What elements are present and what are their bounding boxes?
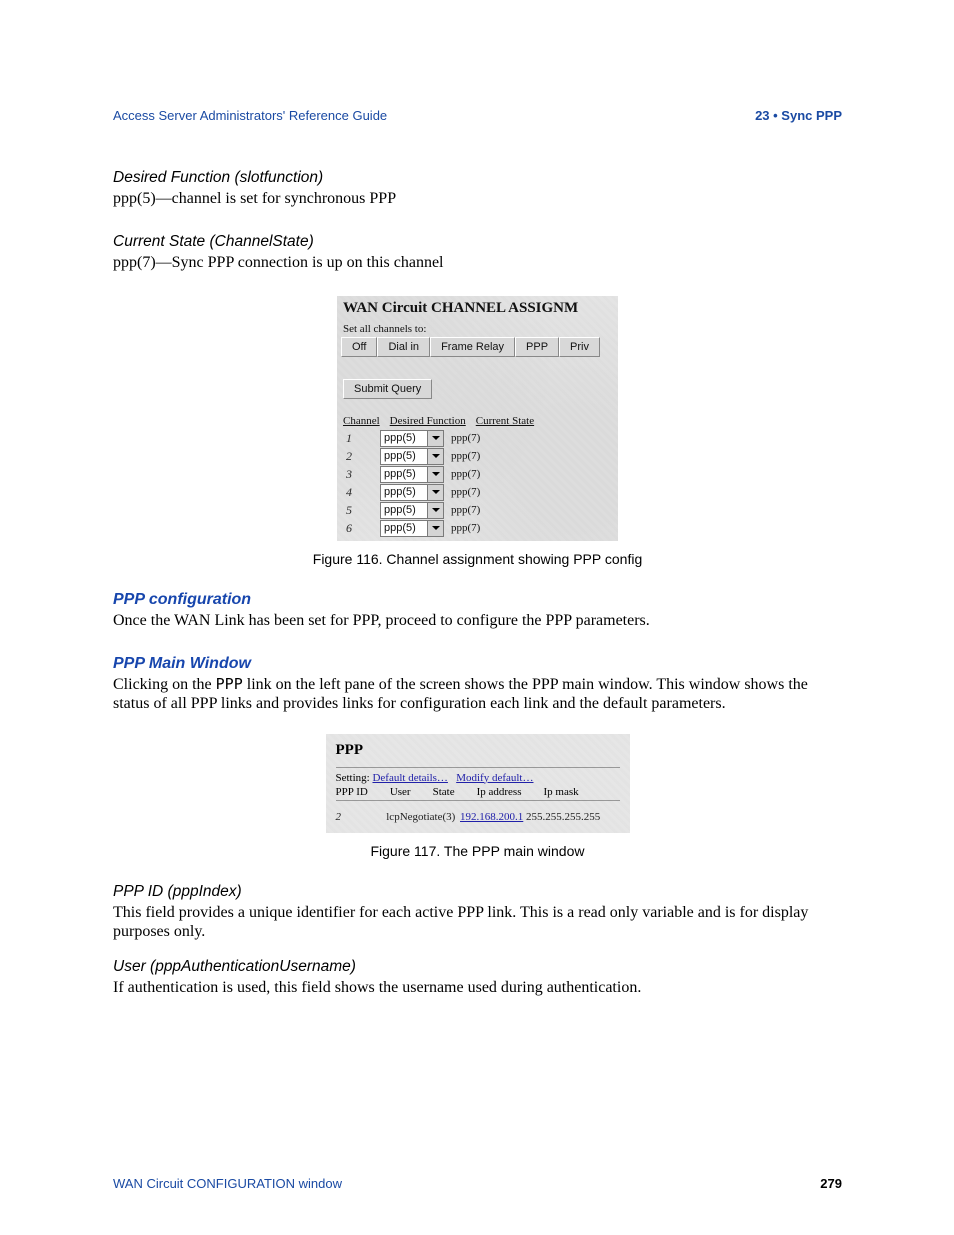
- fig116-table: 1 ppp(5) ppp(7) 2 ppp: [343, 429, 483, 537]
- cell-state: ppp(7): [447, 501, 483, 519]
- cell-channel: 1: [343, 429, 377, 447]
- chevron-down-icon: [427, 449, 443, 464]
- body-ppp-main-window: Clicking on the PPP link on the left pan…: [113, 675, 842, 714]
- cell-pppid: 2: [336, 811, 384, 823]
- cell-fn: ppp(5): [377, 519, 447, 537]
- fig116-set-label: Set all channels to:: [343, 323, 618, 335]
- chevron-down-icon: [427, 467, 443, 482]
- fig116-button-row: Off Dial in Frame Relay PPP Priv: [341, 337, 618, 357]
- cell-state: ppp(7): [447, 429, 483, 447]
- divider: [336, 767, 620, 768]
- btn-priv[interactable]: Priv: [559, 337, 600, 357]
- col-user: User: [390, 786, 411, 798]
- hdr-current-state: Current State: [476, 415, 534, 427]
- fig117-setting-row: Setting: Default details… Modify default…: [336, 772, 620, 784]
- section-ppp-main-window: PPP Main Window: [113, 655, 842, 673]
- table-row: 2 ppp(5) ppp(7): [343, 447, 483, 465]
- chevron-down-icon: [427, 503, 443, 518]
- select-value: ppp(5): [381, 468, 427, 480]
- cell-mask: 255.255.255.255: [526, 811, 600, 823]
- select-desired-function[interactable]: ppp(5): [380, 502, 444, 519]
- cell-fn: ppp(5): [377, 429, 447, 447]
- cell-channel: 2: [343, 447, 377, 465]
- cell-state: lcpNegotiate(3): [386, 811, 455, 823]
- heading-ppp-id: PPP ID (pppIndex): [113, 883, 842, 901]
- select-value: ppp(5): [381, 432, 427, 444]
- fig116-caption: Figure 116. Channel assignment showing P…: [113, 551, 842, 567]
- chapter-title: 23 • Sync PPP: [755, 108, 842, 123]
- select-desired-function[interactable]: ppp(5): [380, 448, 444, 465]
- cell-fn: ppp(5): [377, 447, 447, 465]
- col-pppid: PPP ID: [336, 786, 368, 798]
- body-current-state: ppp(7)—Sync PPP connection is up on this…: [113, 253, 842, 273]
- table-row: 4 ppp(5) ppp(7): [343, 483, 483, 501]
- figure-116: WAN Circuit CHANNEL ASSIGNM Set all chan…: [337, 296, 618, 541]
- col-ip: Ip address: [477, 786, 522, 798]
- page-number: 279: [820, 1176, 842, 1191]
- cell-state: ppp(7): [447, 447, 483, 465]
- select-value: ppp(5): [381, 450, 427, 462]
- fig117-caption: Figure 117. The PPP main window: [113, 843, 842, 859]
- cell-state: ppp(7): [447, 483, 483, 501]
- fig116-title: WAN Circuit CHANNEL ASSIGNM: [343, 300, 618, 317]
- link-modify-default[interactable]: Modify default…: [456, 772, 533, 784]
- body-ppp-id: This field provides a unique identifier …: [113, 903, 842, 942]
- btn-off[interactable]: Off: [341, 337, 377, 357]
- table-row: 6 ppp(5) ppp(7): [343, 519, 483, 537]
- link-default-details[interactable]: Default details…: [372, 772, 447, 784]
- cell-channel: 3: [343, 465, 377, 483]
- select-desired-function[interactable]: ppp(5): [380, 430, 444, 447]
- doc-title: Access Server Administrators' Reference …: [113, 108, 387, 123]
- btn-ppp[interactable]: PPP: [515, 337, 559, 357]
- header-row: Access Server Administrators' Reference …: [113, 108, 842, 123]
- chevron-down-icon: [427, 431, 443, 446]
- chevron-down-icon: [427, 521, 443, 536]
- fig116-column-headers: Channel Desired Function Current State: [343, 415, 618, 427]
- heading-desired-function: Desired Function (slotfunction): [113, 169, 842, 187]
- hdr-desired-function: Desired Function: [390, 415, 466, 427]
- fig117-data-row: 2 lcpNegotiate(3) 192.168.200.1 255.255.…: [336, 811, 620, 823]
- cell-state: ppp(7): [447, 519, 483, 537]
- table-row: 1 ppp(5) ppp(7): [343, 429, 483, 447]
- body-ppp-configuration: Once the WAN Link has been set for PPP, …: [113, 611, 842, 631]
- cell-fn: ppp(5): [377, 501, 447, 519]
- page: Access Server Administrators' Reference …: [0, 0, 954, 1235]
- select-value: ppp(5): [381, 522, 427, 534]
- cell-fn: ppp(5): [377, 483, 447, 501]
- fig117-column-headers: PPP ID User State Ip address Ip mask: [336, 786, 620, 798]
- cell-state: ppp(7): [447, 465, 483, 483]
- fig117-title: PPP: [336, 742, 620, 765]
- select-desired-function[interactable]: ppp(5): [380, 466, 444, 483]
- cell-fn: ppp(5): [377, 465, 447, 483]
- body-user: If authentication is used, this field sh…: [113, 978, 842, 998]
- figure-117: PPP Setting: Default details… Modify def…: [326, 734, 630, 833]
- chevron-down-icon: [427, 485, 443, 500]
- select-desired-function[interactable]: ppp(5): [380, 484, 444, 501]
- select-desired-function[interactable]: ppp(5): [380, 520, 444, 537]
- link-ip-address[interactable]: 192.168.200.1: [460, 811, 523, 823]
- select-value: ppp(5): [381, 486, 427, 498]
- section-ppp-configuration: PPP configuration: [113, 591, 842, 609]
- select-value: ppp(5): [381, 504, 427, 516]
- cell-channel: 4: [343, 483, 377, 501]
- col-state: State: [433, 786, 455, 798]
- ppp-link-label: PPP: [216, 675, 243, 693]
- heading-current-state: Current State (ChannelState): [113, 233, 842, 251]
- cell-channel: 6: [343, 519, 377, 537]
- body-desired-function: ppp(5)—channel is set for synchronous PP…: [113, 189, 842, 209]
- btn-dialin[interactable]: Dial in: [377, 337, 430, 357]
- ppp-main-body-a: Clicking on the: [113, 676, 216, 693]
- btn-frame-relay[interactable]: Frame Relay: [430, 337, 515, 357]
- footer-section: WAN Circuit CONFIGURATION window: [113, 1176, 342, 1191]
- btn-submit-query[interactable]: Submit Query: [343, 379, 432, 399]
- hdr-channel: Channel: [343, 415, 380, 427]
- cell-channel: 5: [343, 501, 377, 519]
- col-mask: Ip mask: [544, 786, 579, 798]
- fig117-setting-label: Setting:: [336, 772, 370, 784]
- divider: [336, 800, 620, 801]
- footer-row: WAN Circuit CONFIGURATION window 279: [113, 1176, 842, 1191]
- table-row: 5 ppp(5) ppp(7): [343, 501, 483, 519]
- table-row: 3 ppp(5) ppp(7): [343, 465, 483, 483]
- heading-user: User (pppAuthenticationUsername): [113, 958, 842, 976]
